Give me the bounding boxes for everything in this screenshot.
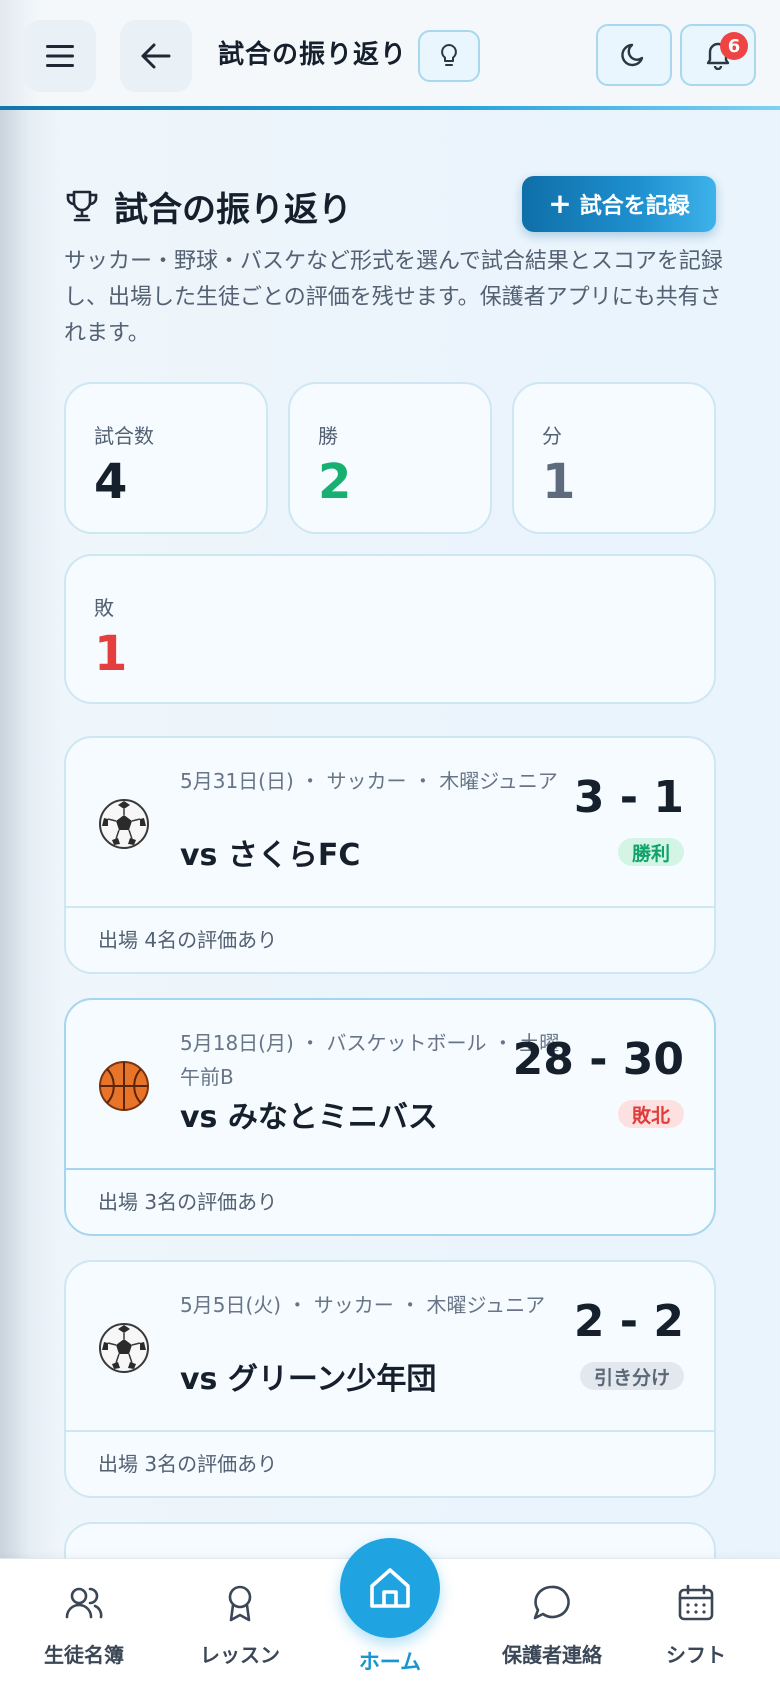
stat-losses-label: 敗 (94, 596, 114, 620)
nav-students-label: 生徒名簿 (44, 1643, 124, 1667)
home-icon (370, 1568, 410, 1608)
nav-shifts[interactable]: シフト (618, 1559, 774, 1688)
hamburger-icon (46, 45, 74, 67)
match-result-badge: 敗北 (617, 1100, 684, 1128)
match-evaluation-summary: 出場 3名の評価あり (98, 1452, 278, 1476)
match-score: 28 - 30 (512, 1034, 684, 1085)
match-score: 3 - 1 (573, 772, 684, 823)
stat-wins: 勝 2 (288, 382, 492, 534)
stat-draws: 分 1 (512, 382, 716, 534)
stat-matches-value: 4 (94, 454, 128, 510)
users-icon (65, 1587, 103, 1619)
lightbulb-icon (441, 44, 457, 66)
nav-parent-contact-label: 保護者連絡 (502, 1643, 602, 1667)
match-result-badge: 勝利 (617, 838, 684, 866)
app-header: 試合の振り返り 6 (0, 0, 780, 110)
divider (66, 906, 714, 908)
match-evaluation-summary: 出場 3名の評価あり (98, 1190, 278, 1214)
back-button[interactable] (120, 20, 192, 92)
match-card[interactable]: 5月31日(日) ・ サッカー ・ 木曜ジュニア vs さくらFC 3 - 1 … (64, 736, 716, 974)
add-match-label: 試合を記録 (579, 194, 690, 219)
page-title: 試合の振り返り (114, 190, 352, 230)
chat-bubble-icon (533, 1585, 570, 1620)
menu-button[interactable] (24, 20, 96, 92)
page-description: サッカー・野球・バスケなど形式を選んで試合結果とスコアを記録し、出場した生徒ごと… (64, 249, 723, 346)
match-opponent: vs みなとミニバス (180, 1100, 438, 1135)
nav-home-label: ホーム (358, 1650, 422, 1674)
nav-lessons-label: レッスン (200, 1643, 280, 1667)
stat-losses-value: 1 (94, 626, 128, 682)
soccer-ball-icon (99, 1323, 149, 1373)
match-card[interactable]: 5月5日(火) ・ サッカー ・ 木曜ジュニア vs グリーン少年団 2 - 2… (64, 1260, 716, 1498)
nav-shifts-label: シフト (666, 1643, 726, 1667)
stat-wins-value: 2 (318, 454, 352, 510)
match-evaluation-summary: 出場 4名の評価あり (98, 928, 278, 952)
moon-icon (621, 43, 644, 67)
match-card[interactable]: 5月18日(月) ・ バスケットボール ・ 土曜午前B vs みなとミニバス 2… (64, 998, 716, 1236)
stat-wins-label: 勝 (318, 424, 338, 448)
plus-icon: + (548, 187, 572, 220)
tips-button[interactable] (418, 30, 480, 82)
notification-badge: 6 (720, 32, 748, 60)
match-meta: 5月5日(火) ・ サッカー ・ 木曜ジュニア (180, 1293, 546, 1317)
dark-mode-toggle[interactable] (596, 24, 672, 86)
basketball-icon (99, 1061, 149, 1111)
soccer-ball-icon (99, 799, 149, 849)
award-icon (228, 1585, 252, 1622)
match-meta: 5月18日(月) ・ バスケットボール ・ 土曜午前B (180, 1031, 560, 1089)
stat-matches-label: 試合数 (94, 424, 154, 448)
nav-home[interactable] (340, 1538, 440, 1638)
trophy-icon (66, 190, 98, 222)
match-opponent: vs さくらFC (180, 838, 361, 873)
nav-lessons[interactable]: レッスン (162, 1559, 318, 1688)
stat-matches: 試合数 4 (64, 382, 268, 534)
stat-draws-label: 分 (542, 424, 562, 448)
match-opponent: vs グリーン少年団 (180, 1362, 437, 1397)
header-accent-line (0, 106, 780, 110)
nav-parent-contact[interactable]: 保護者連絡 (474, 1559, 630, 1688)
header-title: 試合の振り返り (218, 40, 408, 70)
match-result-badge: 引き分け (579, 1362, 684, 1390)
match-score: 2 - 2 (573, 1296, 684, 1347)
stat-losses: 敗 1 (64, 554, 716, 704)
divider (66, 1430, 714, 1432)
divider (66, 1168, 714, 1170)
stat-draws-value: 1 (542, 454, 576, 510)
arrow-left-icon (141, 43, 171, 69)
calendar-icon (678, 1584, 714, 1621)
nav-students[interactable]: 生徒名簿 (6, 1559, 162, 1688)
match-meta: 5月31日(日) ・ サッカー ・ 木曜ジュニア (180, 769, 558, 793)
add-match-button[interactable]: + 試合を記録 (522, 176, 716, 232)
